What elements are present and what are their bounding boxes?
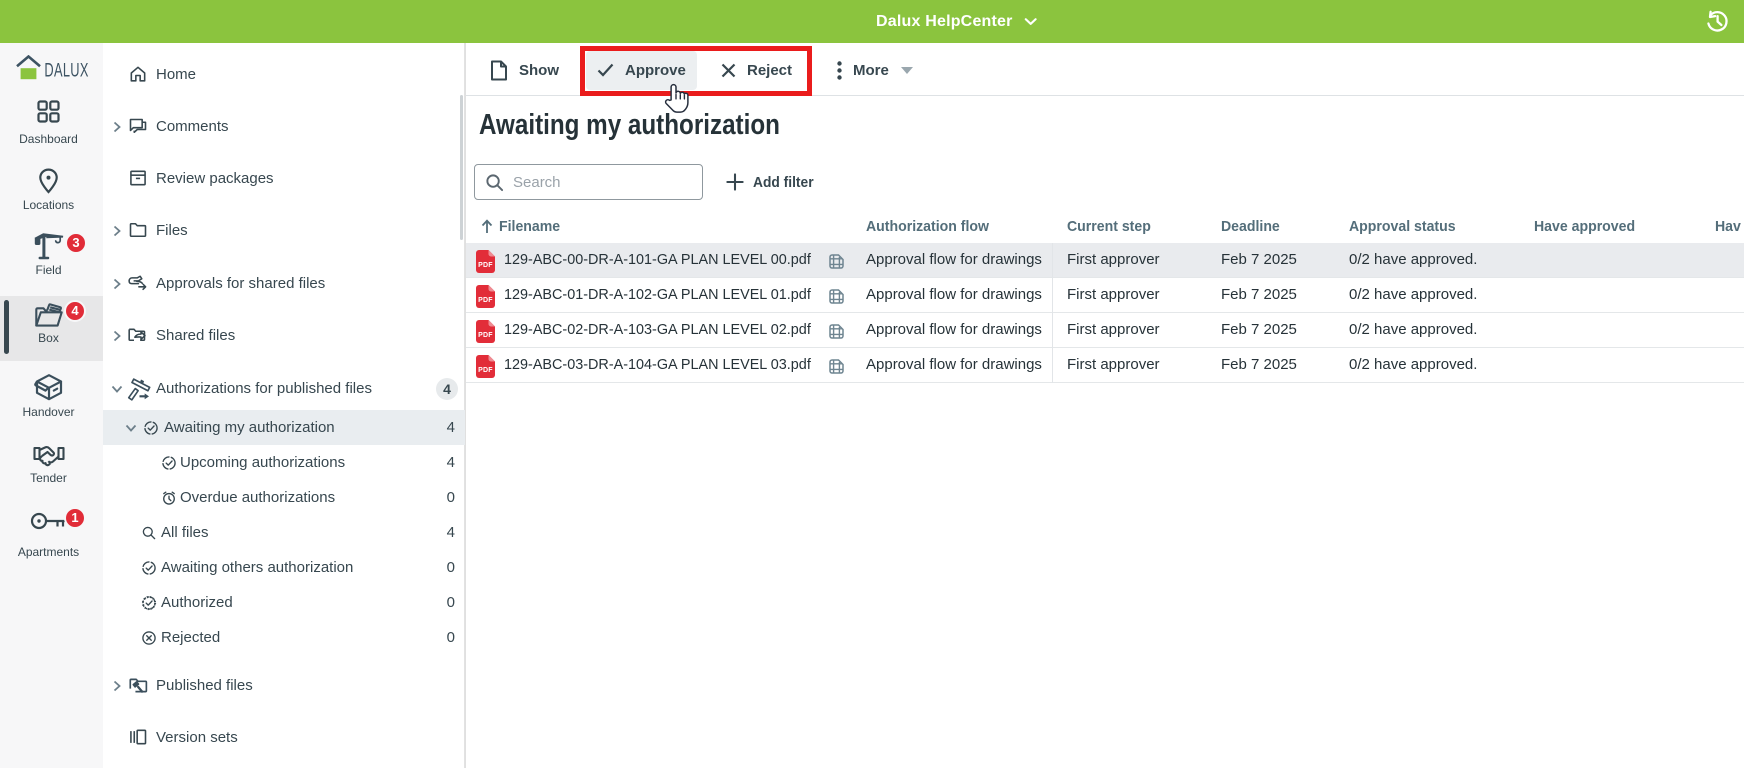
svg-text:PDF: PDF	[478, 262, 493, 269]
svg-text:PDF: PDF	[478, 332, 493, 339]
svg-text:PDF: PDF	[478, 367, 493, 374]
svg-text:PDF: PDF	[478, 297, 493, 304]
svg-text:DALUX: DALUX	[44, 60, 88, 81]
